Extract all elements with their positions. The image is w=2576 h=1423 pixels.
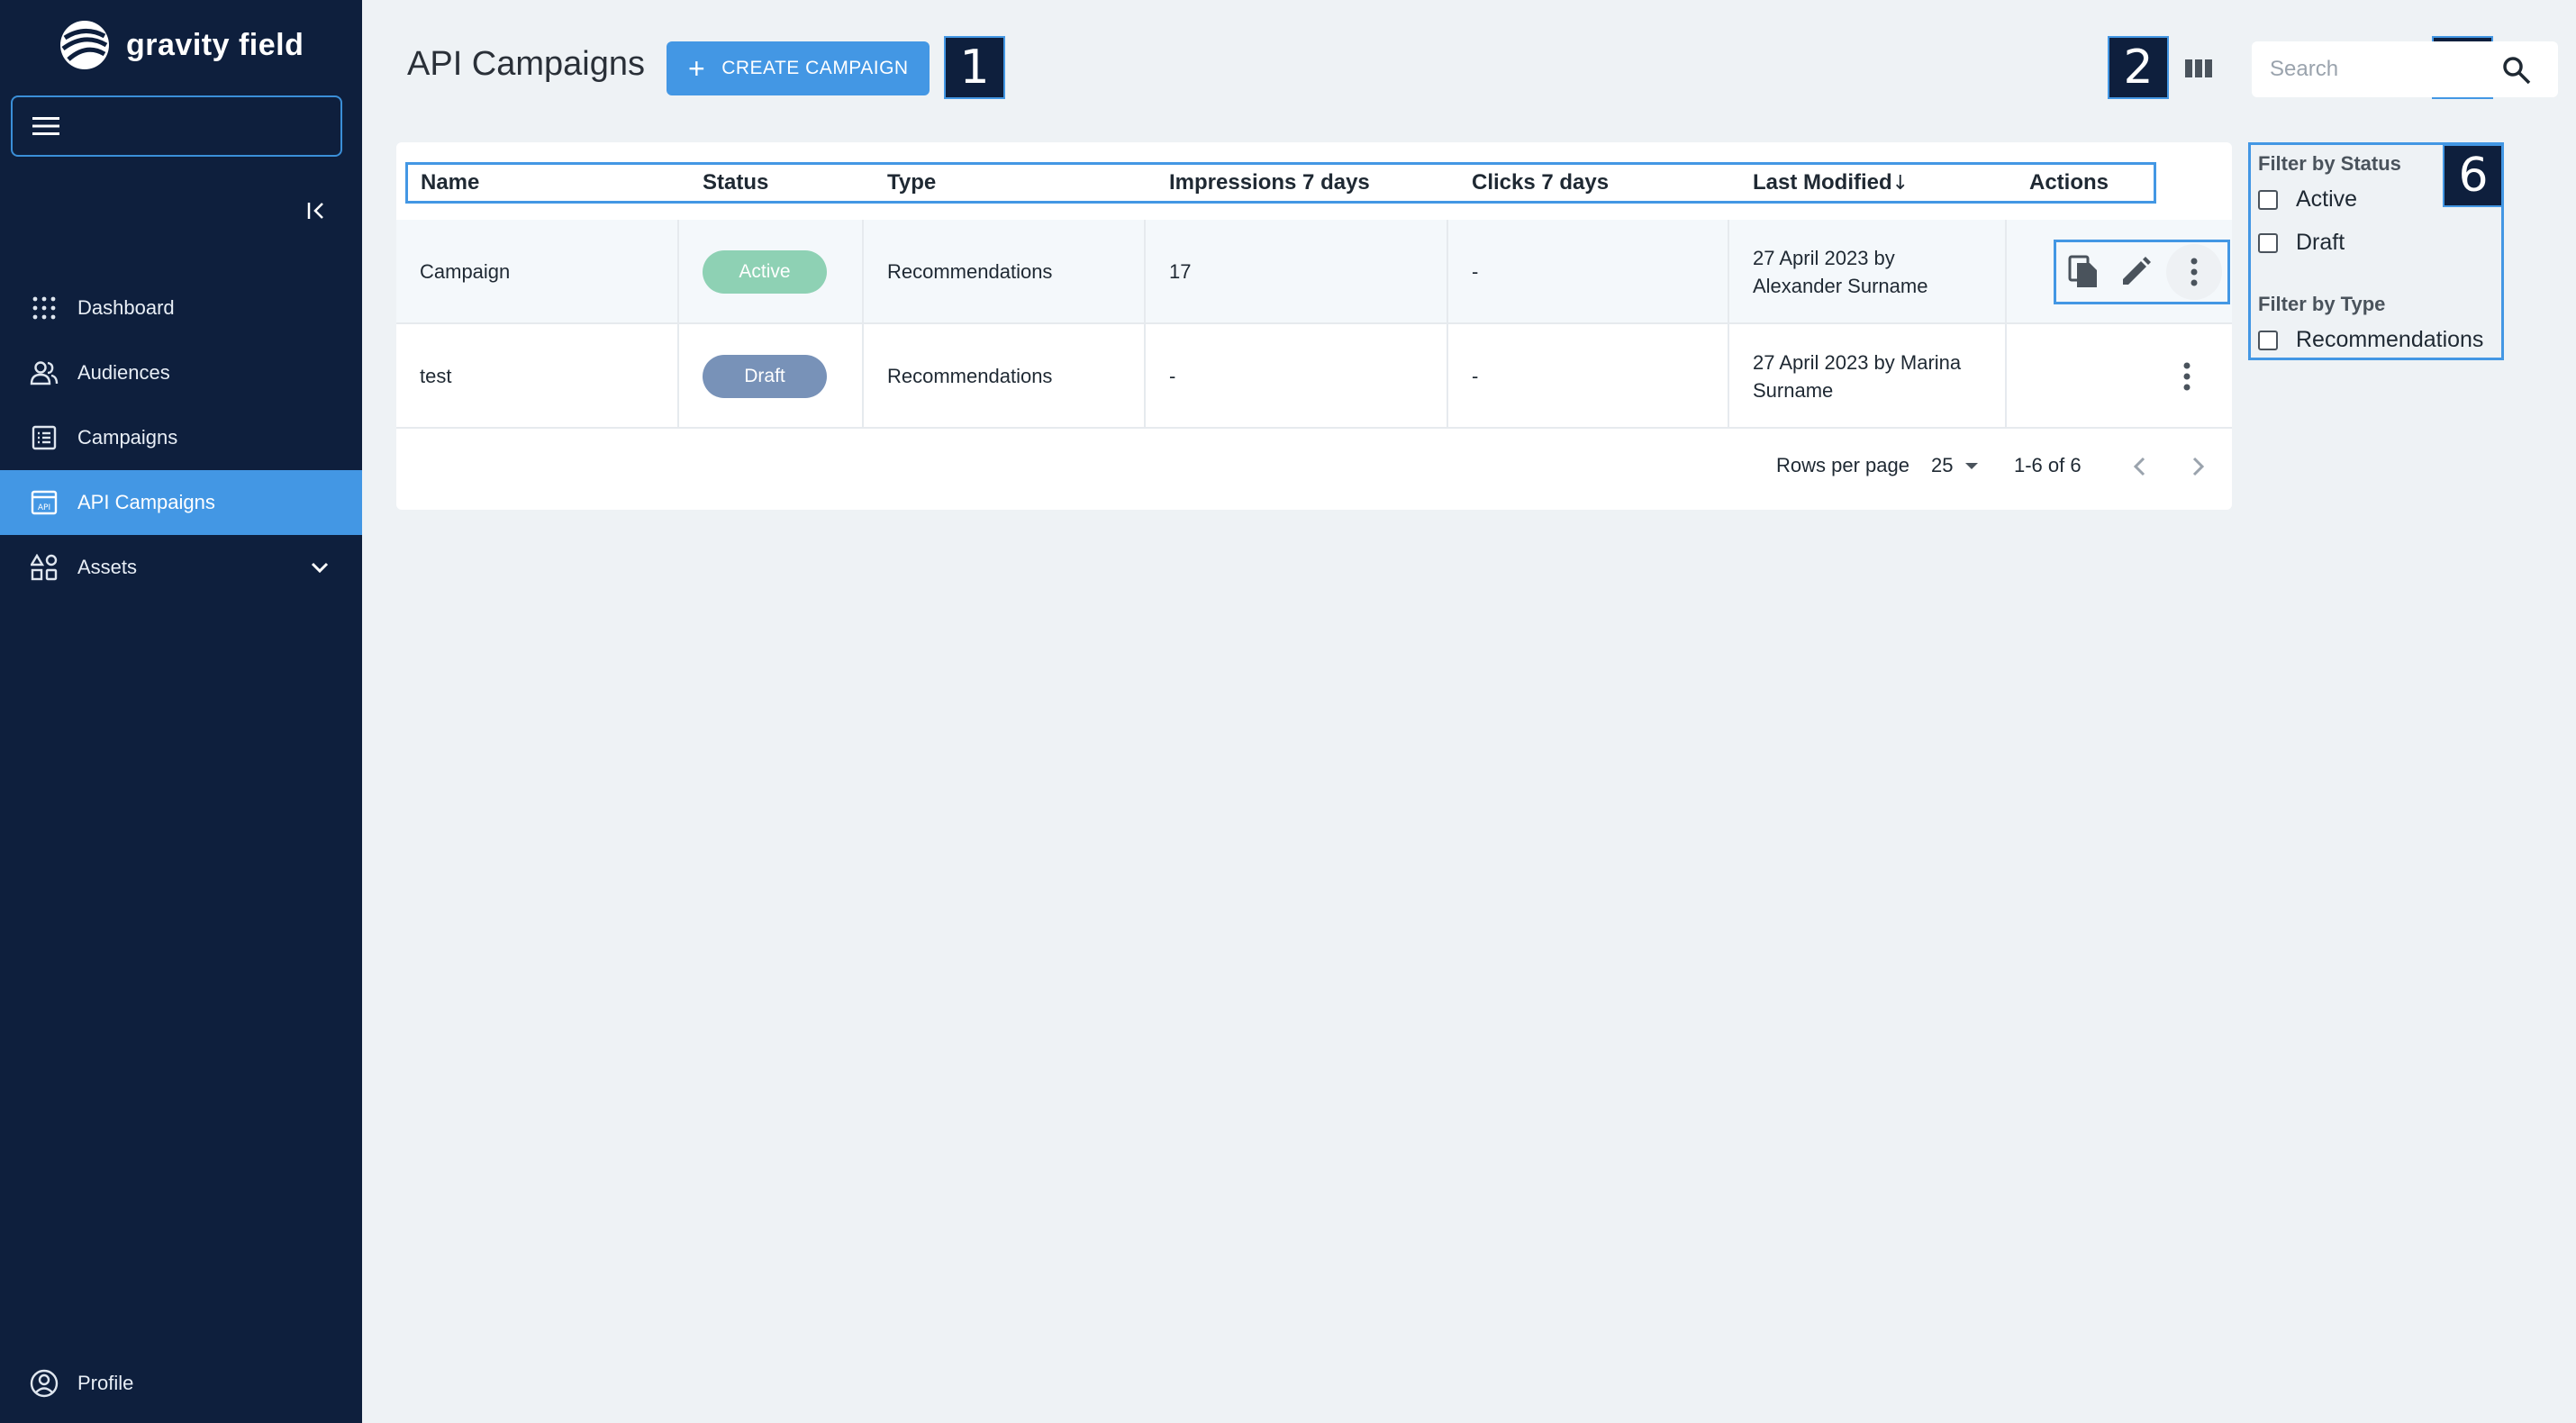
row-actions xyxy=(2054,240,2230,304)
sidebar-item-audiences[interactable]: Audiences xyxy=(0,340,362,405)
more-options-button[interactable] xyxy=(2166,244,2222,300)
status-badge: Draft xyxy=(703,355,827,398)
filter-type-recommendations[interactable]: Recommendations xyxy=(2258,327,2483,353)
grid-dots-icon xyxy=(29,293,59,323)
copy-icon xyxy=(2068,255,2097,287)
filter-option-label: Draft xyxy=(2296,230,2345,255)
menu-toggle[interactable] xyxy=(11,95,342,157)
collapse-sidebar-icon[interactable] xyxy=(304,198,330,223)
cell-name: test xyxy=(396,324,679,429)
table-row[interactable]: test Draft Recommendations - - 27 April … xyxy=(396,324,2232,429)
cell-impressions: 17 xyxy=(1146,220,1448,324)
more-vertical-icon[interactable] xyxy=(2174,360,2200,393)
caret-down-icon xyxy=(1965,463,1979,469)
sidebar-item-assets[interactable]: Assets xyxy=(0,535,362,600)
column-header-actions: Actions xyxy=(2029,170,2109,195)
column-header-last-modified[interactable]: Last Modified↓ xyxy=(1753,165,1909,201)
cell-name: Campaign xyxy=(396,220,679,324)
cell-type: Recommendations xyxy=(864,220,1146,324)
page-title: API Campaigns xyxy=(407,45,646,83)
cell-last-modified: 27 April 2023 by Marina Surname xyxy=(1729,324,2007,429)
chevron-down-icon[interactable] xyxy=(308,556,331,579)
sidebar-item-campaigns[interactable]: Campaigns xyxy=(0,405,362,470)
filter-option-label: Active xyxy=(2296,186,2358,212)
checkbox[interactable] xyxy=(2258,232,2278,253)
rows-per-page-label: Rows per page xyxy=(1776,454,1909,476)
app-name: gravity field xyxy=(126,27,304,62)
duplicate-button[interactable] xyxy=(2064,252,2103,292)
filter-status-title: Filter by Status xyxy=(2258,152,2401,175)
sidebar-item-label: Dashboard xyxy=(77,296,175,319)
edit-button[interactable] xyxy=(2116,252,2155,292)
column-header-impressions[interactable]: Impressions 7 days xyxy=(1169,165,1370,201)
sidebar-item-profile[interactable]: Profile xyxy=(0,1351,362,1416)
sidebar: gravity field Dashboard Audiences Campai… xyxy=(0,0,362,1423)
column-header-name[interactable]: Name xyxy=(421,165,479,201)
last-modified-text: 27 April 2023 by Marina Surname xyxy=(1753,351,1962,402)
api-icon: API xyxy=(29,487,59,518)
cell-status: Draft xyxy=(679,324,864,429)
column-header-type[interactable]: Type xyxy=(887,165,936,201)
hamburger-icon xyxy=(32,117,59,135)
cell-status: Active xyxy=(679,220,864,324)
filter-status-draft[interactable]: Draft xyxy=(2258,230,2345,256)
marker-2: 2 xyxy=(2108,36,2169,99)
create-campaign-button[interactable]: + CREATE CAMPAIGN xyxy=(667,41,930,95)
profile-icon xyxy=(30,1369,59,1398)
sidebar-item-api-campaigns[interactable]: API API Campaigns xyxy=(0,470,362,535)
filter-status-active[interactable]: Active xyxy=(2258,186,2357,213)
table-row[interactable]: Campaign Active Recommendations 17 - 27 … xyxy=(396,220,2232,324)
cell-impressions: - xyxy=(1146,324,1448,429)
users-icon xyxy=(29,358,59,388)
search-icon[interactable] xyxy=(2500,54,2533,86)
status-badge: Active xyxy=(703,250,827,294)
sidebar-item-label: Assets xyxy=(77,556,138,578)
logo[interactable]: gravity field xyxy=(58,16,304,74)
cell-clicks: - xyxy=(1448,324,1729,429)
chevron-right-icon[interactable] xyxy=(2185,454,2210,479)
column-header-status[interactable]: Status xyxy=(703,165,768,201)
more-vertical-icon xyxy=(2191,258,2198,286)
filter-type-title: Filter by Type xyxy=(2258,293,2386,315)
search-input[interactable] xyxy=(2252,41,2432,97)
chevron-left-icon[interactable] xyxy=(2127,454,2153,479)
svg-text:API: API xyxy=(38,503,50,512)
shapes-icon xyxy=(29,552,59,583)
sidebar-item-label: API Campaigns xyxy=(77,491,215,513)
sidebar-item-dashboard[interactable]: Dashboard xyxy=(0,276,362,340)
checkbox[interactable] xyxy=(2258,189,2278,210)
plus-icon: + xyxy=(688,52,706,85)
sidebar-nav: Dashboard Audiences Campaigns API API Ca… xyxy=(0,276,362,600)
filter-option-label: Recommendations xyxy=(2296,327,2484,352)
search-button-area[interactable] xyxy=(2432,41,2558,97)
checkbox[interactable] xyxy=(2258,330,2278,350)
filter-panel: Filter by Status Active Draft Filter by … xyxy=(2248,142,2504,360)
table-header: Name Status Type Impressions 7 days Clic… xyxy=(405,162,2156,204)
list-icon xyxy=(29,422,59,453)
rows-per-page-select[interactable]: 25 xyxy=(1931,454,1982,477)
sidebar-item-label: Audiences xyxy=(77,361,170,384)
columns-icon[interactable] xyxy=(2183,54,2214,83)
marker-1: 1 xyxy=(944,36,1005,99)
sort-arrow-down-icon: ↓ xyxy=(1891,172,1909,195)
sidebar-item-label: Profile xyxy=(77,1372,134,1394)
sidebar-item-label: Campaigns xyxy=(77,426,178,449)
pagination-range: 1-6 of 6 xyxy=(2014,454,2082,476)
gravity-logo-icon xyxy=(60,21,109,69)
pencil-icon xyxy=(2123,257,2151,285)
create-campaign-label: CREATE CAMPAIGN xyxy=(721,58,909,78)
rows-per-page-value: 25 xyxy=(1931,454,1954,476)
last-modified-text: 27 April 2023 by Alexander Surname xyxy=(1753,247,1928,297)
cell-last-modified: 27 April 2023 by Alexander Surname xyxy=(1729,220,2007,324)
column-header-clicks[interactable]: Clicks 7 days xyxy=(1472,165,1609,201)
last-modified-label: Last Modified xyxy=(1753,170,1892,195)
cell-type: Recommendations xyxy=(864,324,1146,429)
cell-clicks: - xyxy=(1448,220,1729,324)
